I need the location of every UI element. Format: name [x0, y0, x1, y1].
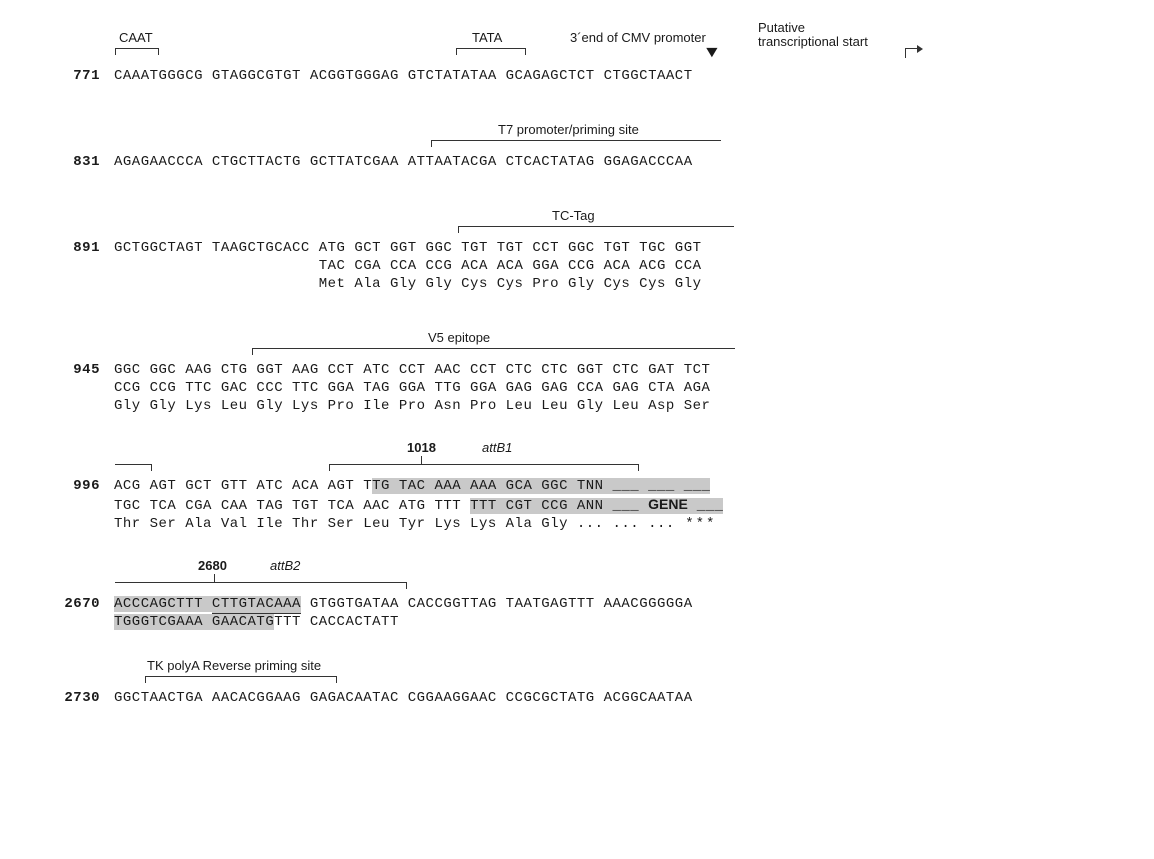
seq-row-891-comp: TAC CGA CCA CCG ACA ACA GGA CCG ACA ACG …: [40, 258, 1114, 274]
sequence-771: CAAATGGGCG GTAGGCGTGT ACGGTGGGAG GTCTATA…: [114, 68, 693, 84]
label-2680: 2680: [198, 558, 227, 573]
seq-row-2730: 2730 GGCTAACTGA AACACGGAAG GAGACAATAC CG…: [40, 690, 1114, 706]
seq-row-996-aa: Thr Ser Ala Val Ile Thr Ser Leu Tyr Lys …: [40, 516, 1114, 532]
arrow-cmv-end: ▼: [702, 44, 721, 62]
label-putative-1: Putative: [758, 20, 805, 35]
seq-row-831: 831 AGAGAACCCA CTGCTTACTG GCTTATCGAA ATT…: [40, 154, 1114, 170]
label-v5: V5 epitope: [428, 330, 490, 345]
annotations-row-996: 1018 attB1: [40, 442, 1114, 476]
label-cmv: 3´end of CMV promoter: [570, 30, 706, 45]
annotations-row-2670: 2680 attB2: [40, 560, 1114, 594]
label-tctag: TC-Tag: [552, 208, 595, 223]
sequence-996-comp: TGC TCA CGA CAA TAG TGT TCA AAC ATG TTT …: [114, 496, 723, 514]
seq-row-2670-comp: TGGGTCGAAA GAACATGTTT CACCACTATT: [40, 614, 1114, 630]
sequence-891-top: GCTGGCTAGT TAAGCTGCACC ATG GCT GGT GGC T…: [114, 240, 702, 256]
annotations-row-2730: TK polyA Reverse priming site: [40, 658, 1114, 688]
bracket-t7: [431, 140, 721, 147]
label-t7: T7 promoter/priming site: [498, 122, 639, 137]
seq-row-771: 771 CAAATGGGCG GTAGGCGTGT ACGGTGGGAG GTC…: [40, 68, 1114, 84]
sequence-2670-top: ACCCAGCTTT CTTGTACAAA GTGGTGATAA CACCGGT…: [114, 596, 693, 612]
label-tkpoly: TK polyA Reverse priming site: [147, 658, 321, 673]
position-945: 945: [40, 362, 114, 378]
annotations-row-891: TC-Tag: [40, 208, 1114, 238]
position-2670: 2670: [40, 596, 114, 612]
position-771: 771: [40, 68, 114, 84]
sequence-945-aa: Gly Gly Lys Leu Gly Lys Pro Ile Pro Asn …: [114, 398, 710, 414]
seq-row-945-comp: CCG CCG TTC GAC CCC TTC GGA TAG GGA TTG …: [40, 380, 1114, 396]
label-1018: 1018: [407, 440, 436, 455]
label-attb2: attB2: [270, 558, 300, 573]
seq-row-945-top: 945 GGC GGC AAG CTG GGT AAG CCT ATC CCT …: [40, 362, 1114, 378]
label-tata: TATA: [472, 30, 502, 45]
annotations-row-945: V5 epitope: [40, 330, 1114, 360]
bracket-tctag: [458, 226, 734, 233]
sequence-831: AGAGAACCCA CTGCTTACTG GCTTATCGAA ATTAATA…: [114, 154, 693, 170]
sequence-945-comp: CCG CCG TTC GAC CCC TTC GGA TAG GGA TTG …: [114, 380, 710, 396]
position-996: 996: [40, 478, 114, 494]
position-831: 831: [40, 154, 114, 170]
bracket-v5-end: [115, 464, 152, 471]
sequence-996-top: ACG AGT GCT GTT ATC ACA AGT TTG TAC AAA …: [114, 478, 710, 494]
seq-row-891-aa: Met Ala Gly Gly Cys Cys Pro Gly Cys Cys …: [40, 276, 1114, 292]
arrow-transcription-start: [905, 48, 923, 58]
sequence-891-comp: TAC CGA CCA CCG ACA ACA GGA CCG ACA ACG …: [114, 258, 702, 274]
gene-label: GENE: [648, 496, 688, 512]
position-2730: 2730: [40, 690, 114, 706]
bracket-v5: [252, 348, 735, 355]
sequence-891-aa: Met Ala Gly Gly Cys Cys Pro Gly Cys Cys …: [114, 276, 702, 292]
seq-row-945-aa: Gly Gly Lys Leu Gly Lys Pro Ile Pro Asn …: [40, 398, 1114, 414]
position-891: 891: [40, 240, 114, 256]
seq-row-996-top: 996 ACG AGT GCT GTT ATC ACA AGT TTG TAC …: [40, 478, 1114, 494]
seq-row-996-comp: TGC TCA CGA CAA TAG TGT TCA AAC ATG TTT …: [40, 496, 1114, 514]
sequence-2670-comp: TGGGTCGAAA GAACATGTTT CACCACTATT: [114, 614, 399, 630]
bracket-attb1: [329, 464, 639, 471]
label-putative-2: transcriptional start: [758, 34, 868, 49]
seq-row-891-top: 891 GCTGGCTAGT TAAGCTGCACC ATG GCT GGT G…: [40, 240, 1114, 256]
bracket-tkpoly: [145, 676, 337, 683]
annotations-row-771: CAAT TATA 3´end of CMV promoter ▼ Putati…: [40, 30, 1114, 66]
bracket-tata: [456, 48, 526, 55]
label-caat: CAAT: [119, 30, 153, 45]
sequence-996-aa: Thr Ser Ala Val Ile Thr Ser Leu Tyr Lys …: [114, 516, 716, 532]
bracket-caat: [115, 48, 159, 55]
bracket-attb2: [115, 582, 407, 589]
annotations-row-831: T7 promoter/priming site: [40, 122, 1114, 152]
sequence-2730: GGCTAACTGA AACACGGAAG GAGACAATAC CGGAAGG…: [114, 690, 693, 706]
label-attb1: attB1: [482, 440, 512, 455]
seq-row-2670-top: 2670 ACCCAGCTTT CTTGTACAAA GTGGTGATAA CA…: [40, 596, 1114, 612]
sequence-945-top: GGC GGC AAG CTG GGT AAG CCT ATC CCT AAC …: [114, 362, 710, 378]
